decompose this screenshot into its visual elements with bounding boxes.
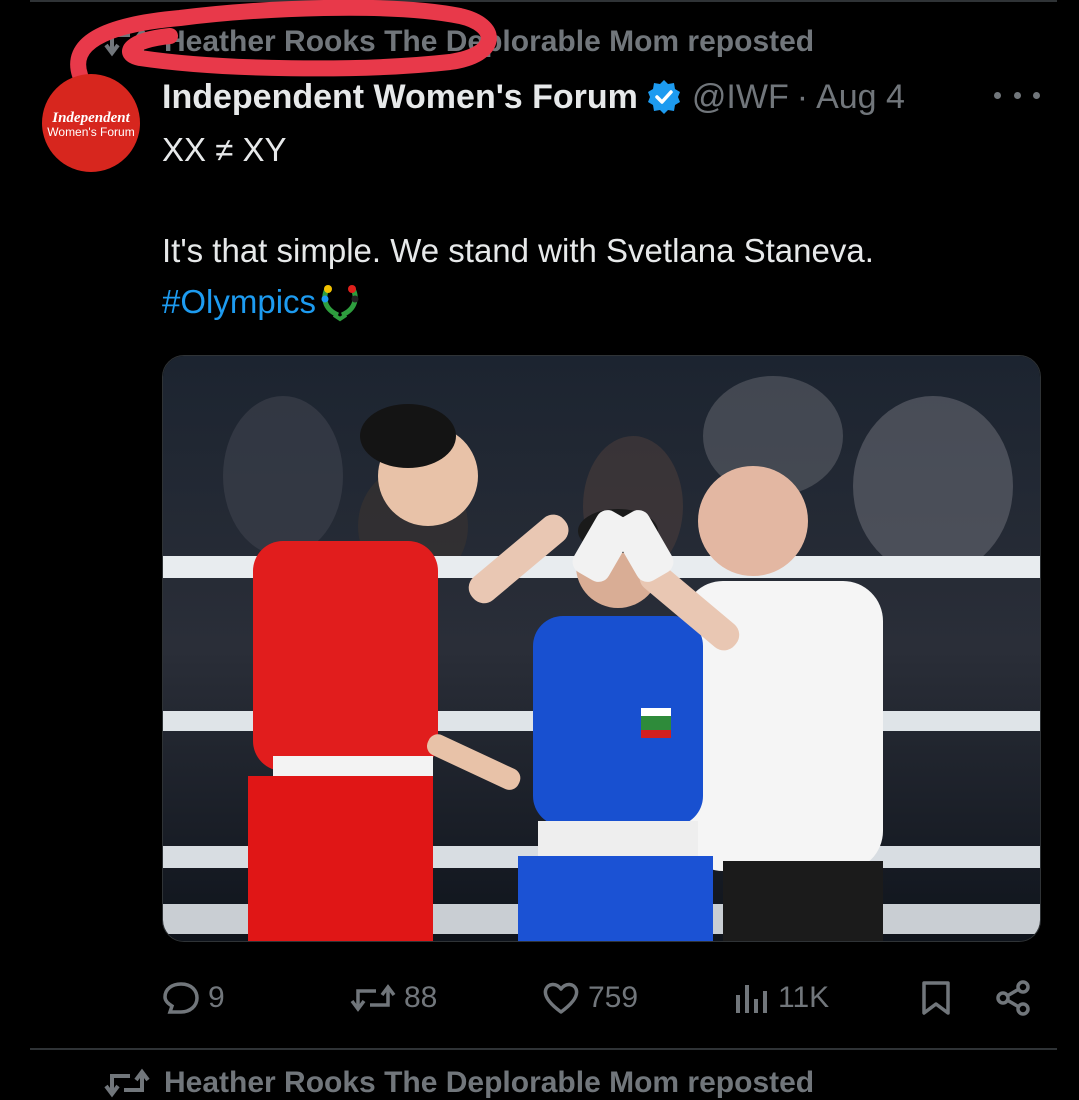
more-options-icon[interactable] [994,80,1040,110]
post-date[interactable]: Aug 4 [816,78,905,117]
separator-dot: · [796,77,809,116]
bottom-divider [30,1048,1057,1050]
boxing-ring-photo [163,356,1040,941]
author-name[interactable]: Independent Women's Forum [162,78,638,117]
next-repost-text: Heather Rooks The Deplorable Mom reposte… [164,1066,815,1099]
avatar-text-line2: Women's Forum [47,124,135,139]
author-handle[interactable]: @IWF [692,78,789,117]
repost-icon [350,984,396,1012]
reply-count: 9 [208,981,225,1014]
like-button[interactable]: 759 [542,970,638,1026]
post-text-line3: #Olympics [162,279,1042,324]
top-divider [30,0,1057,2]
bookmark-button[interactable] [917,970,963,1026]
views-button[interactable]: 11K [732,970,829,1026]
post-text-line2: It's that simple. We stand with Svetlana… [162,232,874,269]
avatar-text-line1: Independent [52,109,130,126]
verified-badge-icon [647,80,680,114]
view-count: 11K [778,981,830,1014]
post-actions: 9 88 759 11K [162,970,1042,1026]
post-header: Independent Women's Forum @IWF · Aug 4 [162,72,905,122]
reply-button[interactable]: 9 [162,970,225,1026]
repost-icon [104,1068,150,1098]
next-repost-indicator[interactable]: Heather Rooks The Deplorable Mom reposte… [104,1066,814,1100]
olympics-laurel-icon [321,285,359,322]
post-text-line1: XX ≠ XY [162,131,287,168]
repost-text: Heather Rooks The Deplorable Mom reposte… [164,25,815,58]
bookmark-icon [922,981,950,1015]
author-avatar[interactable]: Independent Women's Forum [42,74,140,172]
repost-indicator[interactable]: Heather Rooks The Deplorable Mom reposte… [104,22,814,62]
repost-button[interactable]: 88 [350,970,437,1026]
views-bar-chart-icon [736,985,767,1013]
like-count: 759 [588,981,639,1014]
reply-icon [163,982,199,1014]
post-image[interactable] [162,355,1041,942]
repost-count: 88 [404,981,438,1014]
repost-icon [104,27,150,57]
share-button[interactable] [994,970,1040,1026]
heart-icon [543,982,579,1014]
hashtag-link[interactable]: #Olympics [162,283,316,320]
share-icon [996,980,1030,1016]
